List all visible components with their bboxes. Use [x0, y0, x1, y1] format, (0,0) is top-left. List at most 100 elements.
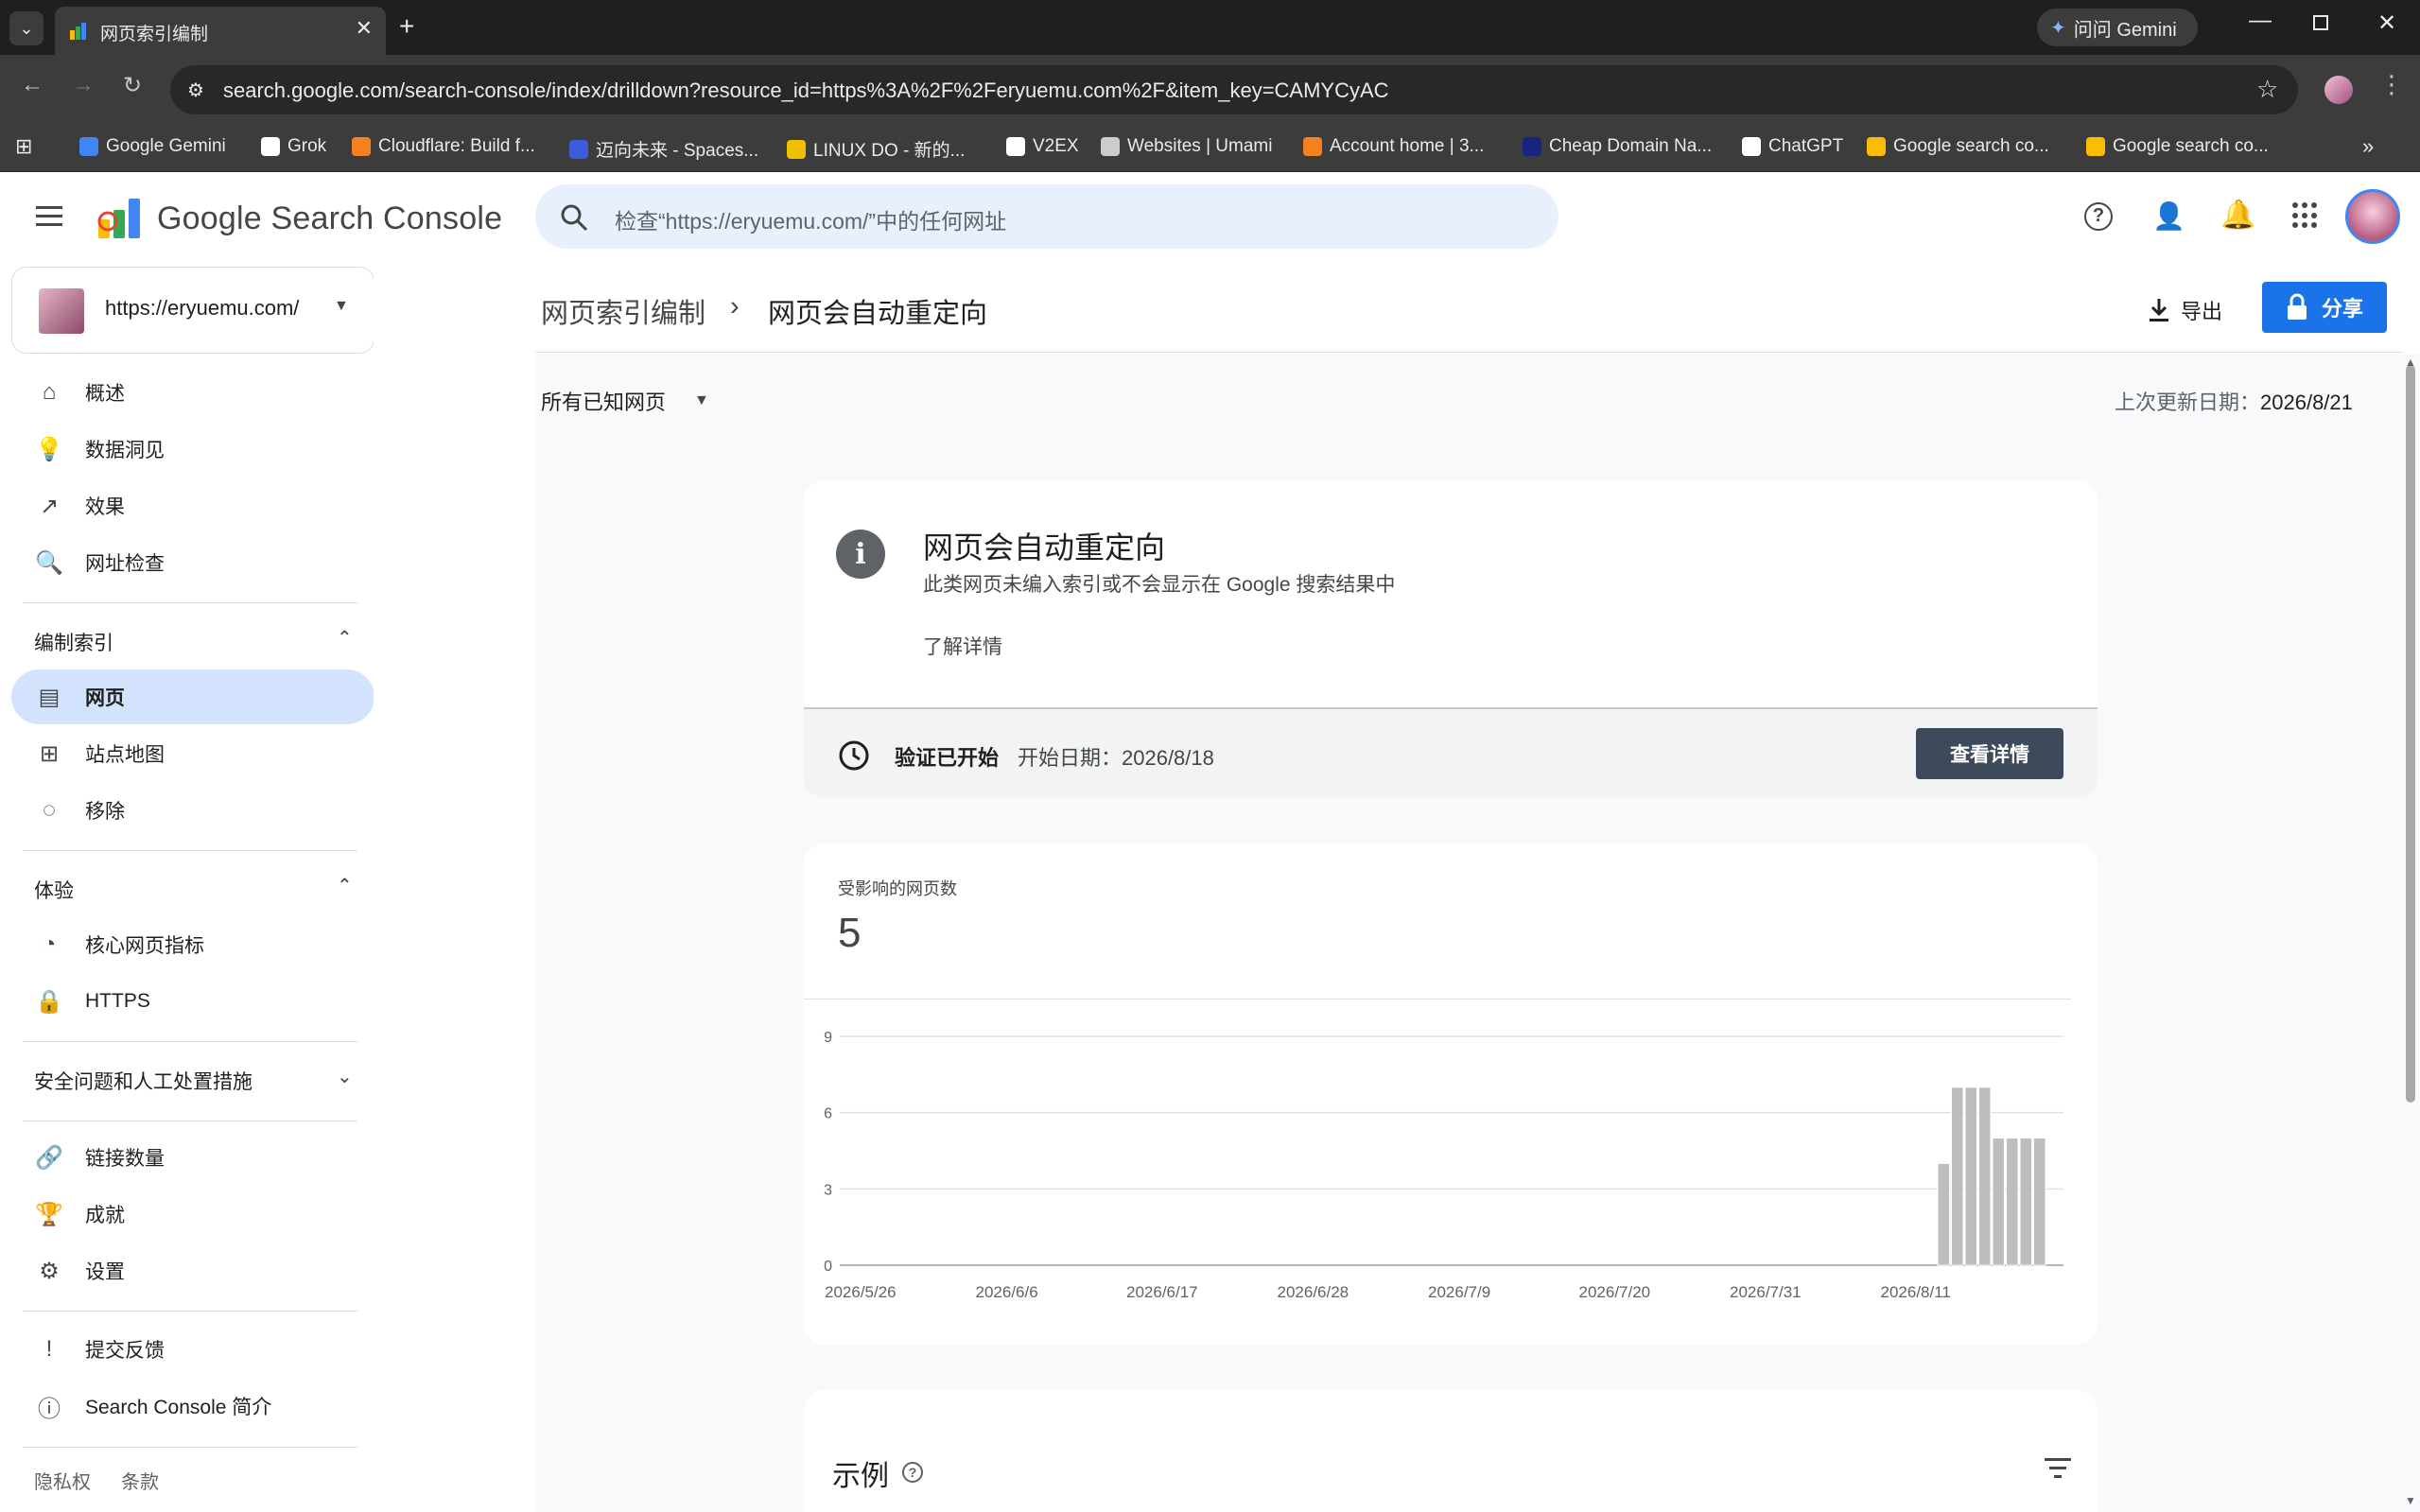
tab-close-icon[interactable]: ✕ [356, 16, 373, 41]
property-selector[interactable]: https://eryuemu.com/ ▼ [11, 267, 374, 354]
bookmark-item[interactable]: Google Gemini [79, 136, 226, 157]
bookmark-item[interactable]: Cloudflare: Build f... [352, 136, 535, 157]
new-tab-icon[interactable]: + [399, 11, 414, 42]
apps-grid-icon[interactable]: ⊞ [15, 134, 32, 159]
page-filter-dropdown[interactable]: 所有已知网页 ▼ [541, 386, 709, 416]
chart-bar [2006, 1138, 2019, 1266]
menu-icon[interactable] [36, 206, 62, 226]
sidebar-item[interactable]: 💡 数据洞见 [11, 422, 374, 477]
scrollbar-thumb[interactable] [2406, 365, 2415, 1103]
chart-bar [1964, 1086, 1977, 1266]
restore-icon[interactable] [2313, 15, 2328, 30]
lightbulb-icon: 💡 [35, 436, 63, 462]
property-avatar [39, 288, 84, 334]
url-inspect-search[interactable]: 检查“https://eryuemu.com/”中的任何网址 [535, 184, 1558, 249]
bookmark-item[interactable]: Websites | Umami [1101, 136, 1272, 157]
export-label: 导出 [2181, 300, 2223, 323]
bookmark-item[interactable]: 迈向未来 - Spaces... [569, 136, 758, 162]
sidebar-item[interactable]: ! 提交反馈 [11, 1322, 374, 1377]
bookmark-item[interactable]: Cheap Domain Na... [1523, 136, 1712, 157]
bookmark-item[interactable]: Grok [261, 136, 326, 157]
sidebar-item[interactable]: ◔ 核心网页指标 [11, 917, 374, 972]
manage-accounts-icon[interactable]: 👤 [2152, 200, 2185, 232]
sidebar-item[interactable]: 🔗 链接数量 [11, 1130, 374, 1185]
dropdown-arrow-icon: ▼ [694, 392, 709, 408]
sidebar-item-label: 设置 [85, 1261, 125, 1283]
validation-bar: 验证已开始 开始日期：2026/8/18 查看详情 [804, 707, 2098, 798]
share-label: 分享 [2321, 297, 2363, 321]
terms-link[interactable]: 条款 [121, 1467, 159, 1494]
sidebar-section-header[interactable]: 编制索引 [34, 628, 113, 656]
sidebar-item[interactable]: ▤ 网页 [11, 669, 374, 724]
chart-bar [2033, 1138, 2046, 1266]
address-bar[interactable]: ⚙ search.google.com/search-console/index… [170, 65, 2298, 114]
back-icon[interactable]: ← [21, 72, 44, 98]
view-details-button[interactable]: 查看详情 [1916, 728, 2063, 779]
bookmark-label: Google search co... [2113, 136, 2269, 156]
sidebar-item[interactable]: ◌ 移除 [11, 783, 374, 838]
tab-list-button[interactable]: ⌄ [9, 11, 44, 45]
sidebar-item[interactable]: 🔍 网址检查 [11, 535, 374, 590]
chart-x-tick-label: 2026/8/11 [1881, 1283, 1951, 1301]
examples-help-icon[interactable]: ? [902, 1462, 923, 1483]
learn-more-link[interactable]: 了解详情 [923, 632, 1002, 660]
reload-icon[interactable]: ↻ [123, 72, 142, 99]
bookmark-item[interactable]: ChatGPT [1742, 136, 1843, 157]
header-divider [535, 352, 2402, 353]
sidebar-section-header[interactable]: 安全问题和人工处置措施 [34, 1067, 252, 1095]
sidebar-item[interactable]: ⌂ 概述 [11, 365, 374, 420]
account-avatar[interactable] [2345, 189, 2400, 244]
bookmark-item[interactable]: Google search co... [1867, 136, 2049, 157]
forward-icon[interactable]: → [72, 72, 95, 98]
filter-list-icon[interactable] [2045, 1458, 2071, 1478]
bookmark-item[interactable]: Google search co... [2086, 136, 2269, 157]
share-button[interactable]: 分享 [2262, 282, 2387, 333]
profile-avatar-small[interactable] [2324, 76, 2353, 104]
chart-y-tick-label: 0 [824, 1259, 832, 1275]
chevron-down-icon[interactable]: ⌄ [337, 1065, 353, 1088]
more-bookmarks-icon[interactable]: » [2362, 134, 2374, 159]
scroll-down-icon[interactable]: ▼ [2405, 1494, 2416, 1507]
google-apps-icon[interactable] [2292, 202, 2319, 229]
breadcrumb-parent[interactable]: 网页索引编制 [541, 291, 705, 331]
filter-label: 所有已知网页 [541, 391, 667, 414]
sidebar-divider [23, 1311, 357, 1312]
sidebar-item[interactable]: 🔒 HTTPS [11, 974, 374, 1029]
minimize-icon[interactable]: — [2249, 8, 2272, 34]
sidebar-item[interactable]: ⚙ 设置 [11, 1243, 374, 1298]
chevron-up-icon[interactable]: ⌃ [337, 874, 353, 897]
privacy-link[interactable]: 隐私权 [34, 1467, 91, 1494]
scroll-up-icon[interactable]: ▲ [2405, 356, 2416, 369]
browser-menu-icon[interactable]: ⋮ [2379, 70, 2404, 99]
sidebar-item-label: 概述 [85, 383, 125, 405]
bookmark-star-icon[interactable]: ☆ [2256, 75, 2278, 104]
bookmark-favicon-icon [2086, 137, 2105, 156]
sidebar-item-label: Search Console 简介 [85, 1397, 272, 1418]
bookmark-item[interactable]: Account home | 3... [1303, 136, 1484, 157]
sidebar-section-header[interactable]: 体验 [34, 876, 74, 904]
bookmark-label: V2EX [1033, 136, 1079, 156]
chart-x-tick-label: 2026/7/31 [1730, 1283, 1802, 1301]
bookmark-favicon-icon [1303, 137, 1322, 156]
notifications-icon[interactable]: 🔔 [2220, 199, 2255, 232]
trending-icon: ↗ [39, 493, 60, 519]
browser-tab[interactable]: 网页索引编制 ✕ [55, 7, 386, 55]
chevron-up-icon[interactable]: ⌃ [337, 626, 353, 650]
site-info-icon[interactable]: ⚙ [187, 78, 204, 102]
sidebar-item[interactable]: 🏆 成就 [11, 1187, 374, 1242]
bookmark-label: Grok [287, 136, 327, 156]
bookmark-favicon-icon [79, 137, 98, 156]
bookmark-item[interactable]: V2EX [1006, 136, 1079, 157]
help-icon[interactable]: ? [2084, 202, 2113, 231]
sidebar-item[interactable]: ⊞ 站点地图 [11, 726, 374, 781]
export-button[interactable]: 导出 [2147, 287, 2222, 333]
gemini-button[interactable]: ✦ 问问 Gemini [2037, 9, 2198, 46]
breadcrumb-chevron-icon: › [730, 291, 740, 322]
download-icon [2150, 299, 2168, 322]
close-window-icon[interactable]: ✕ [2377, 9, 2396, 37]
sidebar-divider [23, 602, 357, 603]
sidebar-item[interactable]: ↗ 效果 [11, 478, 374, 533]
bookmarks-bar: ⊞ Google Gemini Grok Cloudflare: Build f..… [0, 123, 2420, 172]
bookmark-item[interactable]: LINUX DO - 新的... [787, 136, 965, 162]
sidebar-item[interactable]: ⓘ Search Console 简介 [11, 1379, 374, 1434]
